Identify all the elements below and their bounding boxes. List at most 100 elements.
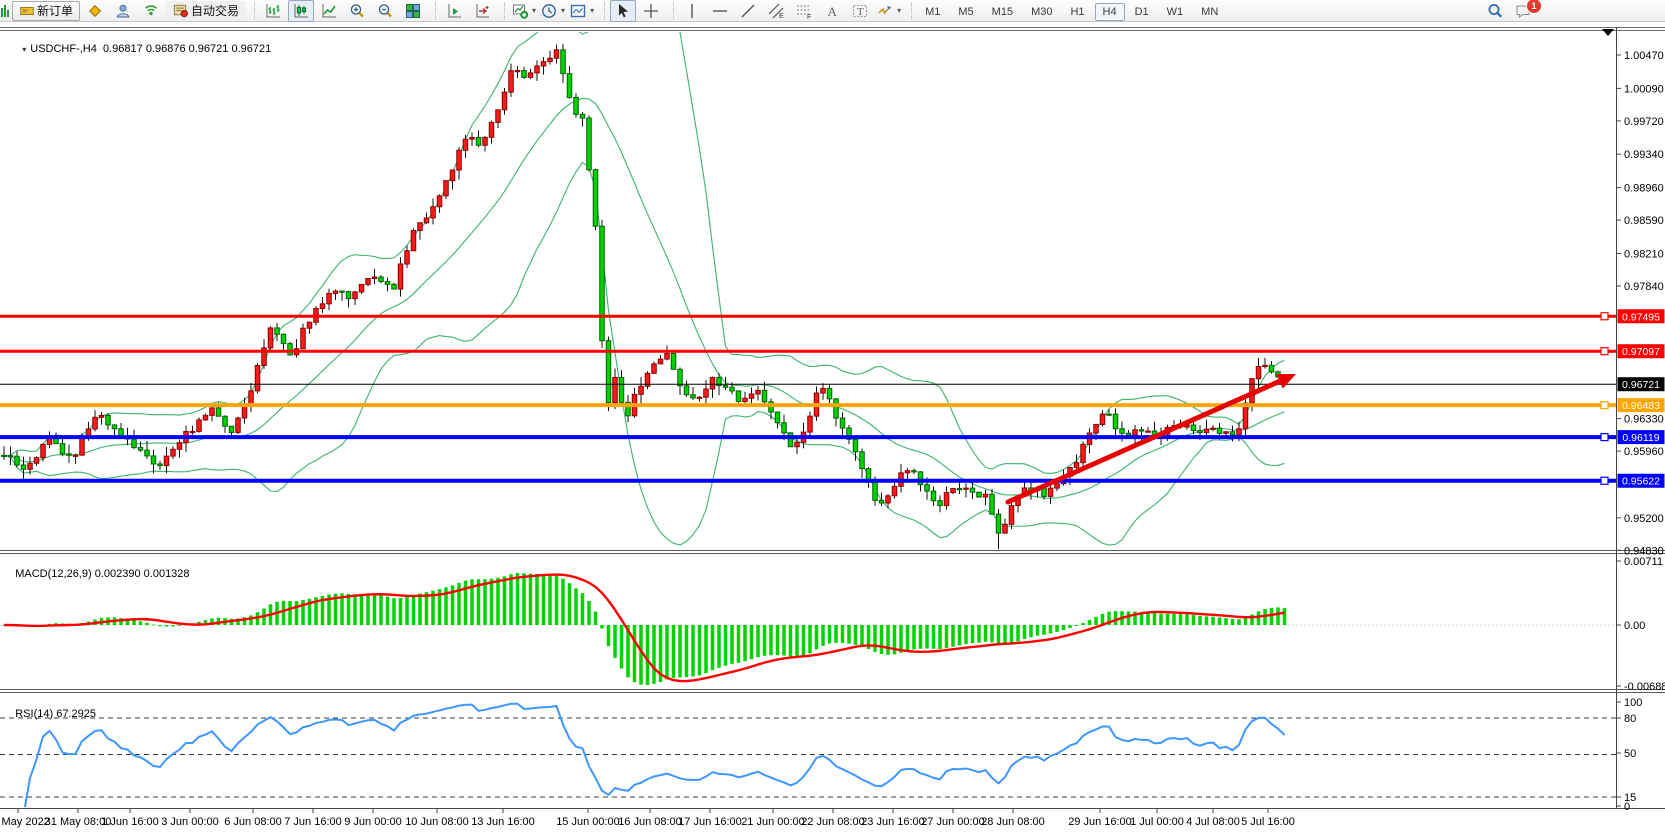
arrows-icon bbox=[876, 2, 894, 20]
chevron-down-icon: ▾ bbox=[897, 6, 901, 15]
crosshair-icon bbox=[642, 2, 660, 20]
macd-pane bbox=[0, 573, 1616, 685]
favorites-button[interactable] bbox=[82, 0, 108, 22]
line-handle[interactable] bbox=[1601, 434, 1608, 441]
svg-text:0.96721: 0.96721 bbox=[1622, 379, 1660, 391]
arrows-button[interactable]: ▾ bbox=[875, 0, 902, 22]
bar-chart-button[interactable] bbox=[260, 0, 286, 22]
line-handle[interactable] bbox=[1601, 348, 1608, 355]
notification-badge: 1 bbox=[1526, 0, 1542, 14]
line-handle[interactable] bbox=[1601, 402, 1608, 409]
vertical-line-icon bbox=[683, 2, 701, 20]
timeframe-button-M15[interactable]: M15 bbox=[984, 3, 1021, 21]
cursor-button[interactable] bbox=[610, 0, 636, 22]
templates-icon bbox=[569, 2, 587, 20]
equidistant-channel-icon: E bbox=[767, 2, 785, 20]
axes: 1.004701.000900.997200.993400.989600.985… bbox=[0, 27, 1665, 828]
svg-text:0.00711: 0.00711 bbox=[1624, 556, 1663, 568]
svg-text:1 Jul 00:00: 1 Jul 00:00 bbox=[1130, 816, 1184, 828]
line-handle[interactable] bbox=[1601, 313, 1608, 320]
signals-button[interactable] bbox=[138, 0, 164, 22]
periods-button[interactable]: ▾ bbox=[539, 0, 566, 22]
chart-shift-button[interactable] bbox=[469, 0, 495, 22]
toolbar-separator bbox=[907, 3, 912, 19]
equidistant-channel-button[interactable]: E bbox=[763, 0, 789, 22]
chart-symbol-period: USDCHF-,H4 bbox=[30, 43, 97, 55]
text-label-icon: T bbox=[851, 2, 869, 20]
new-chart-button[interactable]: ▾ bbox=[510, 0, 537, 22]
new-order-button[interactable]: 新订单 bbox=[12, 1, 80, 21]
svg-text:0.97097: 0.97097 bbox=[1622, 346, 1660, 358]
timeframe-button-M5[interactable]: M5 bbox=[950, 3, 981, 21]
svg-text:0.98590: 0.98590 bbox=[1624, 215, 1664, 227]
zoom-out-icon bbox=[376, 2, 394, 20]
chat-button[interactable]: 1 bbox=[1510, 0, 1536, 22]
svg-text:0.99340: 0.99340 bbox=[1624, 149, 1664, 161]
accounts-button[interactable] bbox=[110, 0, 136, 22]
bar-chart-icon bbox=[264, 2, 282, 20]
toolbar-separator bbox=[250, 3, 255, 19]
search-icon bbox=[1486, 2, 1504, 20]
timeframe-button-H4[interactable]: H4 bbox=[1095, 3, 1125, 21]
chart-canvas[interactable]: 0.974950.970970.967210.964830.961190.956… bbox=[0, 0, 1665, 833]
timeframe-button-W1[interactable]: W1 bbox=[1159, 3, 1192, 21]
timeframe-button-MN[interactable]: MN bbox=[1193, 3, 1226, 21]
svg-text:30 May 2022: 30 May 2022 bbox=[0, 816, 50, 828]
horizontal-line-button[interactable] bbox=[707, 0, 733, 22]
search-button[interactable] bbox=[1482, 0, 1508, 22]
zoom-in-icon bbox=[348, 2, 366, 20]
trendline-button[interactable] bbox=[735, 0, 761, 22]
timeframe-button-M1[interactable]: M1 bbox=[917, 3, 948, 21]
text-button[interactable]: A bbox=[819, 0, 845, 22]
zoom-out-button[interactable] bbox=[372, 0, 398, 22]
svg-text:0.00: 0.00 bbox=[1624, 620, 1645, 632]
svg-text:16 Jun 08:00: 16 Jun 08:00 bbox=[618, 816, 682, 828]
horizontal-line-icon bbox=[711, 2, 729, 20]
line-handle[interactable] bbox=[1601, 477, 1608, 484]
timeframe-button-H1[interactable]: H1 bbox=[1062, 3, 1092, 21]
mt4-window: 新订单 自动交易 bbox=[0, 0, 1665, 833]
chart-shift-icon bbox=[473, 2, 491, 20]
crosshair-button[interactable] bbox=[638, 0, 664, 22]
auto-scroll-button[interactable] bbox=[441, 0, 467, 22]
auto-trading-button[interactable]: 自动交易 bbox=[166, 1, 245, 21]
chart-menu-icon: ▾ bbox=[22, 45, 26, 54]
candlestick-chart-button[interactable] bbox=[288, 0, 314, 22]
svg-text:21 Jun 00:00: 21 Jun 00:00 bbox=[741, 816, 805, 828]
candlesticks bbox=[2, 44, 1287, 550]
timeframe-button-D1[interactable]: D1 bbox=[1127, 3, 1157, 21]
vertical-line-button[interactable] bbox=[679, 0, 705, 22]
svg-text:E: E bbox=[779, 13, 784, 20]
timeframe-button-M30[interactable]: M30 bbox=[1023, 3, 1060, 21]
templates-button[interactable]: ▾ bbox=[568, 0, 595, 22]
svg-text:0.96483: 0.96483 bbox=[1622, 400, 1660, 412]
new-chart-icon bbox=[511, 2, 529, 20]
new-order-icon bbox=[19, 3, 35, 19]
svg-text:0.98960: 0.98960 bbox=[1624, 183, 1664, 195]
cursor-icon bbox=[614, 2, 632, 20]
chart-fragment-icon bbox=[0, 0, 10, 22]
tile-windows-button[interactable] bbox=[400, 0, 426, 22]
trendline-icon bbox=[739, 2, 757, 20]
accounts-icon bbox=[114, 2, 132, 20]
svg-text:7 Jun 16:00: 7 Jun 16:00 bbox=[284, 816, 342, 828]
svg-text:100: 100 bbox=[1624, 697, 1642, 709]
tile-windows-icon bbox=[404, 2, 422, 20]
zoom-in-button[interactable] bbox=[344, 0, 370, 22]
chart-ohlc-values: 0.96817 0.96876 0.96721 0.96721 bbox=[103, 43, 271, 55]
rsi-line bbox=[11, 704, 1285, 815]
svg-text:0.96119: 0.96119 bbox=[1622, 432, 1659, 444]
line-chart-button[interactable] bbox=[316, 0, 342, 22]
svg-text:0.96330: 0.96330 bbox=[1624, 414, 1664, 426]
svg-text:A: A bbox=[828, 4, 838, 19]
fibonacci-button[interactable]: F bbox=[791, 0, 817, 22]
svg-text:1 Jun 16:00: 1 Jun 16:00 bbox=[101, 816, 159, 828]
text-label-button[interactable]: T bbox=[847, 0, 873, 22]
svg-text:1.00470: 1.00470 bbox=[1624, 50, 1664, 62]
fibonacci-icon: F bbox=[795, 2, 813, 20]
rsi-indicator-label: RSI(14) 67.2925 bbox=[3, 696, 96, 732]
periods-icon bbox=[540, 2, 558, 20]
svg-text:15 Jun 00:00: 15 Jun 00:00 bbox=[556, 816, 620, 828]
svg-text:29 Jun 16:00: 29 Jun 16:00 bbox=[1068, 816, 1132, 828]
svg-text:0: 0 bbox=[1624, 801, 1630, 813]
